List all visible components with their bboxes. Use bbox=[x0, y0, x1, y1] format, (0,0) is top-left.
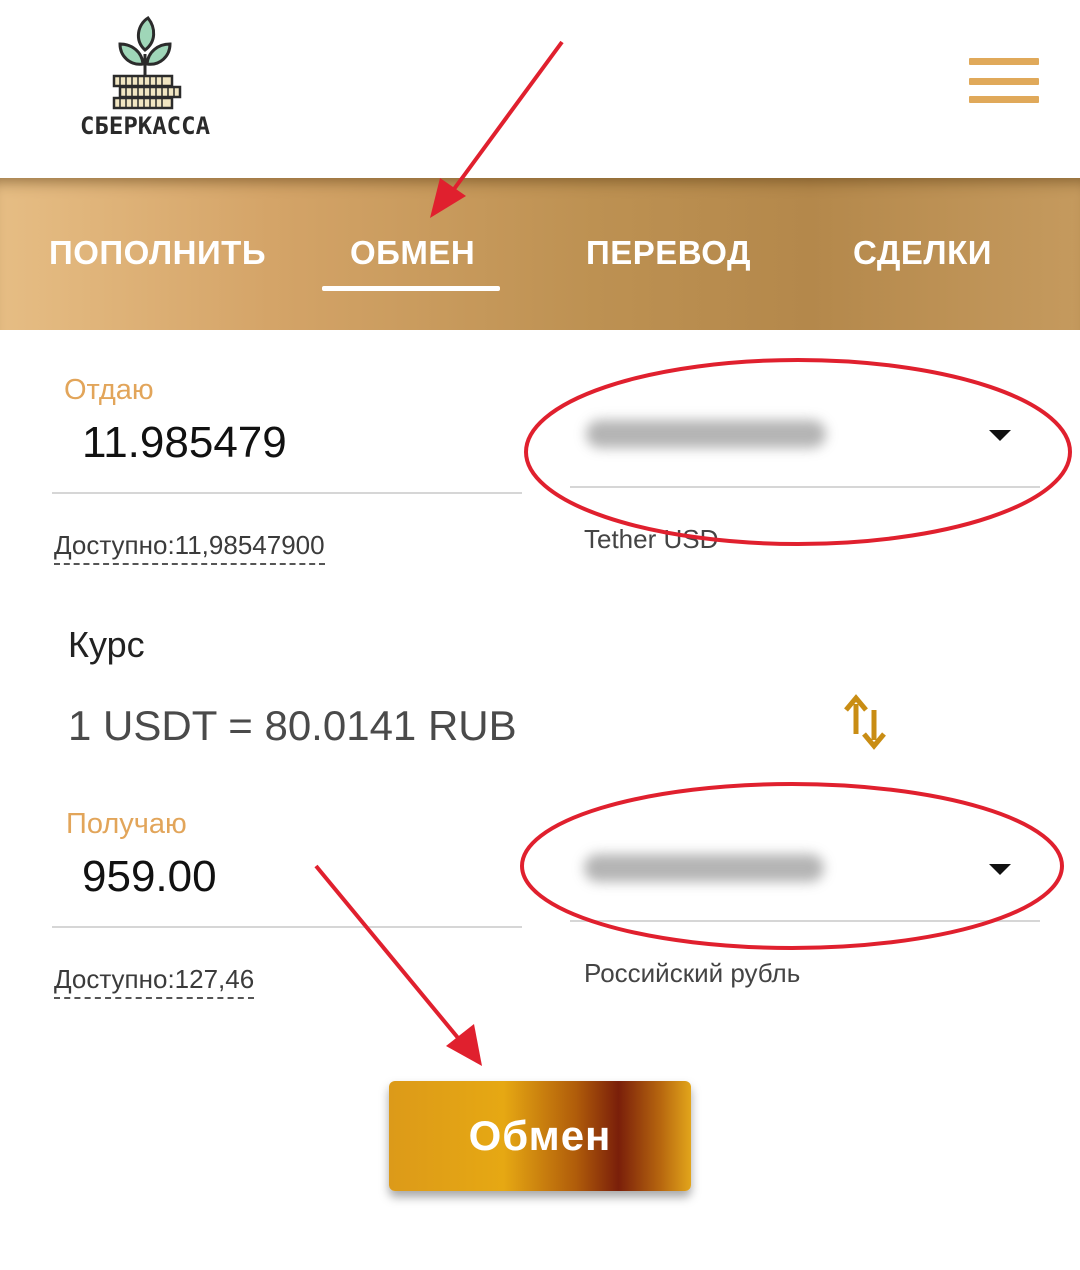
brand-logo[interactable]: СБЕРКАССА bbox=[72, 14, 222, 144]
give-label: Отдаю bbox=[64, 374, 154, 406]
receive-currency-select[interactable] bbox=[568, 826, 1040, 924]
receive-available-balance[interactable]: Доступно:127,46 bbox=[54, 964, 255, 999]
give-currency-underline bbox=[570, 486, 1040, 488]
dropdown-caret-icon bbox=[989, 430, 1011, 441]
tab-deals[interactable]: СДЕЛКИ bbox=[853, 234, 992, 274]
swap-arrows-icon[interactable] bbox=[838, 690, 894, 754]
tab-deposit[interactable]: ПОПОЛНИТЬ bbox=[49, 234, 266, 274]
give-currency-name: Tether USD bbox=[584, 524, 719, 554]
tab-transfer[interactable]: ПЕРЕВОД bbox=[586, 234, 751, 274]
rate-title: Курс bbox=[68, 624, 145, 665]
give-amount-underline bbox=[52, 492, 522, 494]
dropdown-caret-icon bbox=[989, 864, 1011, 875]
active-tab-indicator bbox=[322, 286, 500, 291]
exchange-submit-button[interactable]: Обмен bbox=[389, 1081, 691, 1191]
brand-name: СБЕРКАССА bbox=[79, 112, 211, 140]
annotation-arrowhead-button bbox=[446, 1024, 482, 1066]
receive-currency-name: Российский рубль bbox=[584, 958, 801, 988]
sprout-coins-logo-icon bbox=[112, 16, 182, 110]
receive-currency-value-blurred bbox=[584, 854, 824, 882]
give-available-balance[interactable]: Доступно:11,98547900 bbox=[54, 530, 325, 565]
rate-value: 1 USDT = 80.0141 RUB bbox=[68, 702, 517, 749]
give-currency-select[interactable] bbox=[568, 392, 1040, 490]
receive-label: Получаю bbox=[66, 808, 187, 840]
receive-amount-input[interactable] bbox=[82, 850, 502, 904]
hamburger-menu-icon[interactable] bbox=[966, 58, 1042, 106]
give-amount-input[interactable] bbox=[82, 416, 502, 470]
receive-amount-underline bbox=[52, 926, 522, 928]
app-header: СБЕРКАССА bbox=[0, 0, 1080, 178]
give-currency-value-blurred bbox=[586, 420, 826, 448]
receive-currency-underline bbox=[570, 920, 1040, 922]
main-tabs: ПОПОЛНИТЬ ОБМЕН ПЕРЕВОД СДЕЛКИ bbox=[0, 178, 1080, 330]
swap-arrows-glyph bbox=[844, 694, 886, 750]
tab-exchange[interactable]: ОБМЕН bbox=[350, 234, 475, 274]
